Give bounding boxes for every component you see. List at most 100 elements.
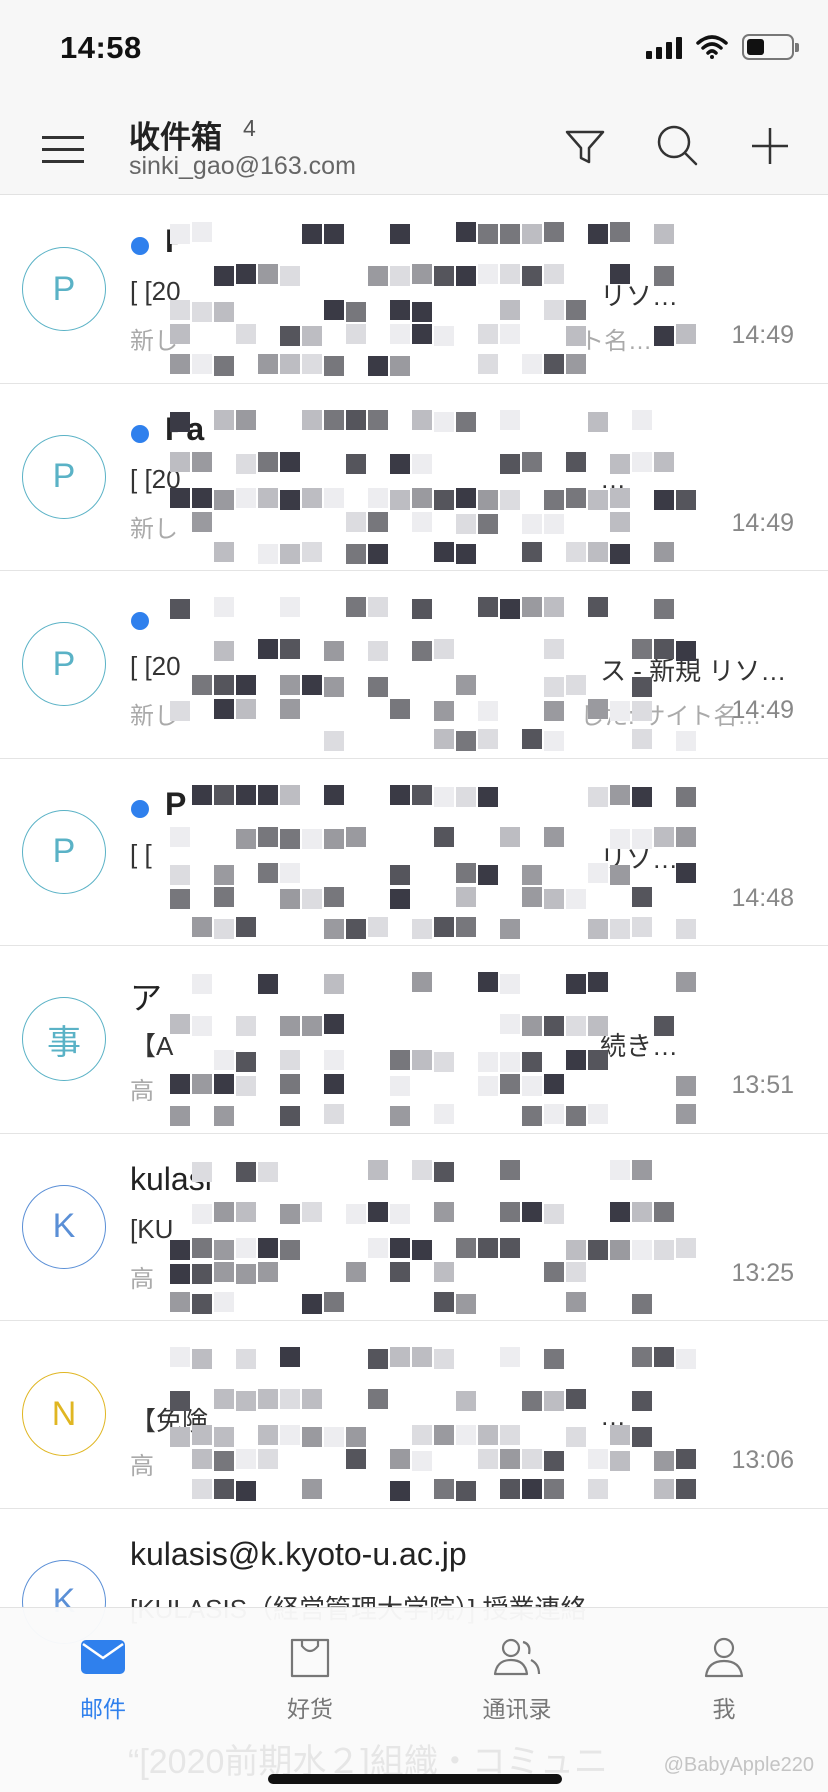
mosaic-block [610, 828, 630, 849]
mosaic-block [522, 1449, 542, 1469]
mosaic-block [654, 1016, 674, 1036]
tab-profile[interactable]: 我 [664, 1636, 784, 1724]
mosaic-block [170, 888, 190, 909]
mail-item[interactable]: Kkulasi [KU 高 13:25 [0, 1133, 828, 1321]
mosaic-block [522, 1016, 542, 1036]
search-icon[interactable] [654, 122, 702, 170]
mosaic-block [588, 699, 608, 719]
mosaic-block [434, 1104, 454, 1124]
mosaic-block [368, 916, 388, 937]
mosaic-block [214, 1201, 234, 1222]
mosaic-block [544, 1203, 564, 1224]
mosaic-block [478, 1076, 498, 1096]
mosaic-block [280, 1425, 300, 1445]
mosaic-block [478, 786, 498, 807]
mosaic-block [368, 1201, 388, 1222]
mosaic-block [478, 972, 498, 992]
mosaic-block [302, 409, 322, 430]
mail-item[interactable]: PP[ [20リソ…新しト名…14:49 [0, 196, 828, 384]
mosaic-block [192, 1449, 212, 1469]
mosaic-block [302, 326, 322, 346]
tab-shopping[interactable]: 好货 [250, 1636, 370, 1724]
mosaic-block [676, 641, 696, 661]
mosaic-block [522, 1479, 542, 1499]
mosaic-block [390, 888, 410, 909]
mosaic-block [544, 264, 564, 284]
mosaic-block [258, 543, 278, 564]
account-email[interactable]: sinki_gao@163.com [129, 152, 356, 181]
tab-bar: “[2020前期水２]組織・コミュニ 邮件 好货 通讯录 我 @BabyAppl… [0, 1607, 828, 1792]
mosaic-block [368, 487, 388, 508]
mosaic-block [192, 487, 212, 508]
mosaic-block [170, 1239, 190, 1260]
mosaic-block [324, 487, 344, 508]
mosaic-block [434, 1349, 454, 1369]
mosaic-block [632, 701, 652, 721]
mosaic-block [192, 1161, 212, 1182]
mosaic-block [588, 411, 608, 432]
avatar: 事 [22, 997, 106, 1081]
mosaic-block [390, 453, 410, 474]
mosaic-block [302, 541, 322, 562]
mosaic-block [236, 453, 256, 474]
mosaic-block [258, 639, 278, 659]
mosaic-block [632, 677, 652, 697]
tab-mail[interactable]: 邮件 [43, 1636, 163, 1724]
mosaic-block [500, 1425, 520, 1445]
mosaic-block [368, 1349, 388, 1369]
mosaic-block [456, 222, 476, 242]
mosaic-block [390, 1481, 410, 1501]
mail-item[interactable]: PPa[ [20…新し14:49 [0, 383, 828, 571]
mosaic-block [192, 451, 212, 472]
filter-icon[interactable] [561, 122, 609, 170]
status-time: 14:58 [60, 30, 142, 65]
mosaic-block [280, 784, 300, 805]
mosaic-block [500, 264, 520, 284]
plus-icon[interactable] [746, 122, 794, 170]
mosaic-block [346, 1203, 366, 1224]
mosaic-block [368, 597, 388, 617]
mosaic-block [214, 1050, 234, 1070]
mail-item[interactable]: N 【免険… 高 13:06 [0, 1321, 828, 1509]
mail-item[interactable]: 事ア【A 続き… 高 13:51 [0, 946, 828, 1134]
mosaic-block [654, 826, 674, 847]
mosaic-block [544, 597, 564, 617]
mosaic-block [192, 354, 212, 374]
menu-icon[interactable] [42, 128, 86, 164]
mosaic-block [346, 1261, 366, 1282]
mosaic-block [236, 409, 256, 430]
mosaic-block [676, 731, 696, 751]
tab-contacts[interactable]: 通讯录 [457, 1636, 577, 1724]
mosaic-block [280, 266, 300, 286]
mosaic-block [500, 1014, 520, 1034]
mail-item[interactable]: P P[ [リソ… 14:48 [0, 758, 828, 946]
mosaic-block [676, 826, 696, 847]
mosaic-block [522, 1076, 542, 1096]
mosaic-block [412, 972, 432, 992]
mail-time: 14:48 [731, 883, 794, 912]
mail-item[interactable]: P[ [20 ス - 新規 リソ… 新し した: サイト名… 14:49 [0, 571, 828, 759]
mosaic-block [654, 489, 674, 510]
mosaic-block [566, 451, 586, 472]
wifi-icon [696, 35, 728, 59]
mosaic-block [544, 1016, 564, 1036]
mosaic-block [280, 1389, 300, 1409]
mosaic-block [302, 1293, 322, 1314]
mosaic-block [522, 541, 542, 562]
mosaic-block [588, 224, 608, 244]
mosaic-block [588, 541, 608, 562]
mosaic-block [280, 639, 300, 659]
mosaic-block [654, 451, 674, 472]
watermark: @BabyApple220 [663, 1754, 814, 1776]
mosaic-block [566, 326, 586, 346]
mosaic-block [588, 1050, 608, 1070]
mosaic-block [434, 639, 454, 659]
mosaic-block [588, 1016, 608, 1036]
mosaic-block [236, 699, 256, 719]
mosaic-block [500, 1074, 520, 1094]
mosaic-block [214, 699, 234, 719]
mosaic-block [236, 1201, 256, 1222]
mosaic-block [610, 701, 630, 721]
contacts-icon [493, 1638, 541, 1676]
mosaic-block [522, 597, 542, 617]
